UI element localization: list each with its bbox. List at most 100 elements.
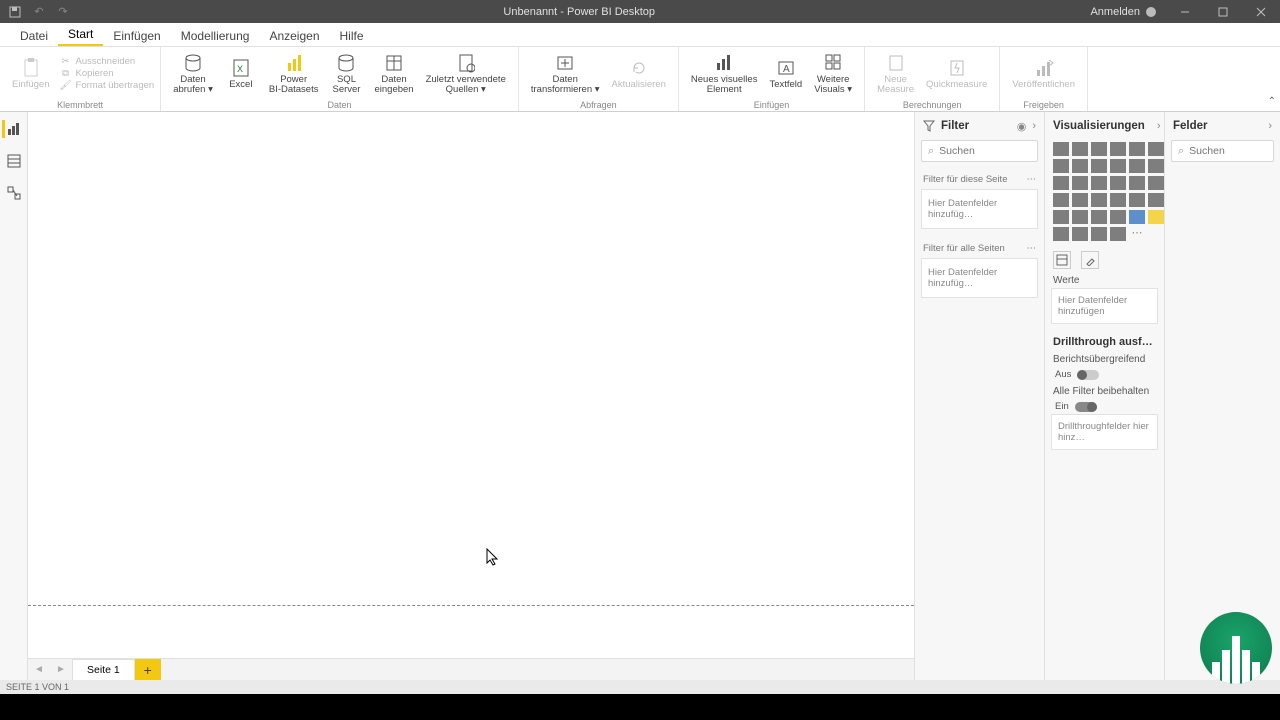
- viz-gauge[interactable]: [1110, 193, 1126, 207]
- keep-filters-toggle[interactable]: [1075, 402, 1097, 412]
- format-painter-button[interactable]: 🖌Format übertragen: [60, 80, 155, 91]
- pbi-datasets-button[interactable]: Power BI-Datasets: [263, 50, 325, 98]
- close-button[interactable]: [1242, 0, 1280, 23]
- tab-hilfe[interactable]: Hilfe: [330, 25, 374, 46]
- viz-pie[interactable]: [1110, 176, 1126, 190]
- viz-arcgis[interactable]: [1110, 227, 1126, 241]
- viz-ribbon[interactable]: [1148, 159, 1164, 173]
- table-icon: [383, 52, 405, 74]
- expand-viz-icon[interactable]: ›: [1157, 120, 1161, 132]
- model-view-button[interactable]: [4, 184, 24, 202]
- group-label: Abfragen: [519, 100, 678, 111]
- tab-modellierung[interactable]: Modellierung: [171, 25, 260, 46]
- new-visual-button[interactable]: Neues visuelles Element: [685, 50, 764, 98]
- viz-key-influencers[interactable]: [1053, 227, 1069, 241]
- tab-start[interactable]: Start: [58, 23, 103, 46]
- more-visuals-button[interactable]: Weitere Visuals ▾: [808, 50, 858, 98]
- excel-button[interactable]: XExcel: [219, 55, 263, 92]
- signin-button[interactable]: Anmelden: [1080, 6, 1166, 18]
- get-data-button[interactable]: Daten abrufen ▾: [167, 50, 219, 98]
- publish-button[interactable]: Veröffentlichen: [1006, 55, 1081, 92]
- save-icon[interactable]: [8, 6, 22, 18]
- filter-search[interactable]: ⌕: [921, 140, 1038, 162]
- viz-table[interactable]: [1091, 210, 1107, 224]
- more-icon[interactable]: ⋯: [1027, 174, 1037, 185]
- viz-kpi[interactable]: [1053, 210, 1069, 224]
- viz-matrix[interactable]: [1110, 210, 1126, 224]
- viz-shape-map[interactable]: [1091, 193, 1107, 207]
- viz-funnel[interactable]: [1072, 176, 1088, 190]
- values-well[interactable]: Hier Datenfelder hinzufügen: [1051, 288, 1158, 324]
- viz-map[interactable]: [1053, 193, 1069, 207]
- fields-search-input[interactable]: [1189, 145, 1280, 157]
- fields-tab-button[interactable]: [1053, 251, 1071, 269]
- filter-pane-title: Filter: [941, 120, 969, 132]
- refresh-icon: [628, 57, 650, 79]
- viz-stacked-column[interactable]: [1072, 142, 1088, 156]
- more-icon[interactable]: ⋯: [1027, 243, 1037, 254]
- viz-more[interactable]: ⋯: [1129, 227, 1145, 241]
- recent-icon: [455, 52, 477, 74]
- viz-line[interactable]: [1053, 159, 1069, 173]
- viz-clustered-column[interactable]: [1110, 142, 1126, 156]
- page-filters-label: Filter für diese Seite: [923, 174, 1007, 185]
- undo-icon[interactable]: ↶: [32, 5, 46, 18]
- viz-waterfall[interactable]: [1053, 176, 1069, 190]
- viz-line-stacked[interactable]: [1110, 159, 1126, 173]
- measure-icon: [885, 52, 907, 74]
- search-icon: ⌕: [928, 145, 934, 158]
- viz-100-column[interactable]: [1148, 142, 1164, 156]
- viz-filled-map[interactable]: [1072, 193, 1088, 207]
- tab-anzeigen[interactable]: Anzeigen: [259, 25, 329, 46]
- expand-fields-icon[interactable]: ›: [1268, 120, 1272, 132]
- new-measure-button[interactable]: Neue Measure: [871, 50, 920, 98]
- all-pages-filters-dropzone[interactable]: Hier Datenfelder hinzufüg…: [921, 258, 1038, 298]
- viz-100-bar[interactable]: [1129, 142, 1145, 156]
- tab-einfuegen[interactable]: Einfügen: [103, 25, 170, 46]
- viz-area[interactable]: [1072, 159, 1088, 173]
- recent-sources-button[interactable]: Zuletzt verwendete Quellen ▾: [420, 50, 512, 98]
- page-filters-dropzone[interactable]: Hier Datenfelder hinzufüg…: [921, 189, 1038, 229]
- viz-multi-card[interactable]: [1148, 193, 1164, 207]
- viz-stacked-bar[interactable]: [1053, 142, 1069, 156]
- tab-datei[interactable]: Datei: [10, 25, 58, 46]
- refresh-button[interactable]: Aktualisieren: [606, 55, 672, 92]
- sql-server-button[interactable]: SQL Server: [324, 50, 368, 98]
- enter-data-button[interactable]: Daten eingeben: [368, 50, 419, 98]
- viz-decomposition[interactable]: [1072, 227, 1088, 241]
- viz-python[interactable]: [1148, 210, 1164, 224]
- add-page-button[interactable]: +: [135, 659, 161, 680]
- viz-line-clustered[interactable]: [1129, 159, 1145, 173]
- report-canvas[interactable]: [28, 112, 914, 606]
- format-tab-button[interactable]: [1081, 251, 1099, 269]
- viz-stacked-area[interactable]: [1091, 159, 1107, 173]
- eye-icon[interactable]: ◉: [1017, 120, 1027, 133]
- quick-measure-button[interactable]: Quickmeasure: [920, 55, 993, 92]
- next-page-button[interactable]: ►: [50, 659, 72, 680]
- viz-slicer[interactable]: [1072, 210, 1088, 224]
- transform-data-button[interactable]: Daten transformieren ▾: [525, 50, 606, 98]
- paste-button[interactable]: Einfügen: [6, 55, 56, 92]
- viz-qna[interactable]: [1091, 227, 1107, 241]
- cross-report-toggle[interactable]: [1077, 370, 1099, 380]
- cut-button[interactable]: ✂Ausschneiden: [60, 56, 155, 67]
- viz-scatter[interactable]: [1091, 176, 1107, 190]
- maximize-button[interactable]: [1204, 0, 1242, 23]
- minimize-button[interactable]: [1166, 0, 1204, 23]
- viz-card[interactable]: [1129, 193, 1145, 207]
- drillthrough-well[interactable]: Drillthroughfelder hier hinz…: [1051, 414, 1158, 450]
- data-view-button[interactable]: [4, 152, 24, 170]
- report-view-button[interactable]: [2, 120, 22, 138]
- prev-page-button[interactable]: ◄: [28, 659, 50, 680]
- textbox-button[interactable]: ATextfeld: [763, 55, 808, 92]
- expand-filter-icon[interactable]: ›: [1032, 120, 1036, 132]
- redo-icon[interactable]: ↷: [56, 5, 70, 18]
- page-tab-1[interactable]: Seite 1: [72, 659, 135, 680]
- viz-clustered-bar[interactable]: [1091, 142, 1107, 156]
- viz-r-script[interactable]: [1129, 210, 1145, 224]
- copy-button[interactable]: ⧉Kopieren: [60, 68, 155, 79]
- collapse-ribbon-button[interactable]: ⌃: [1268, 96, 1276, 107]
- viz-treemap[interactable]: [1148, 176, 1164, 190]
- viz-donut[interactable]: [1129, 176, 1145, 190]
- fields-search[interactable]: ⌕: [1171, 140, 1274, 162]
